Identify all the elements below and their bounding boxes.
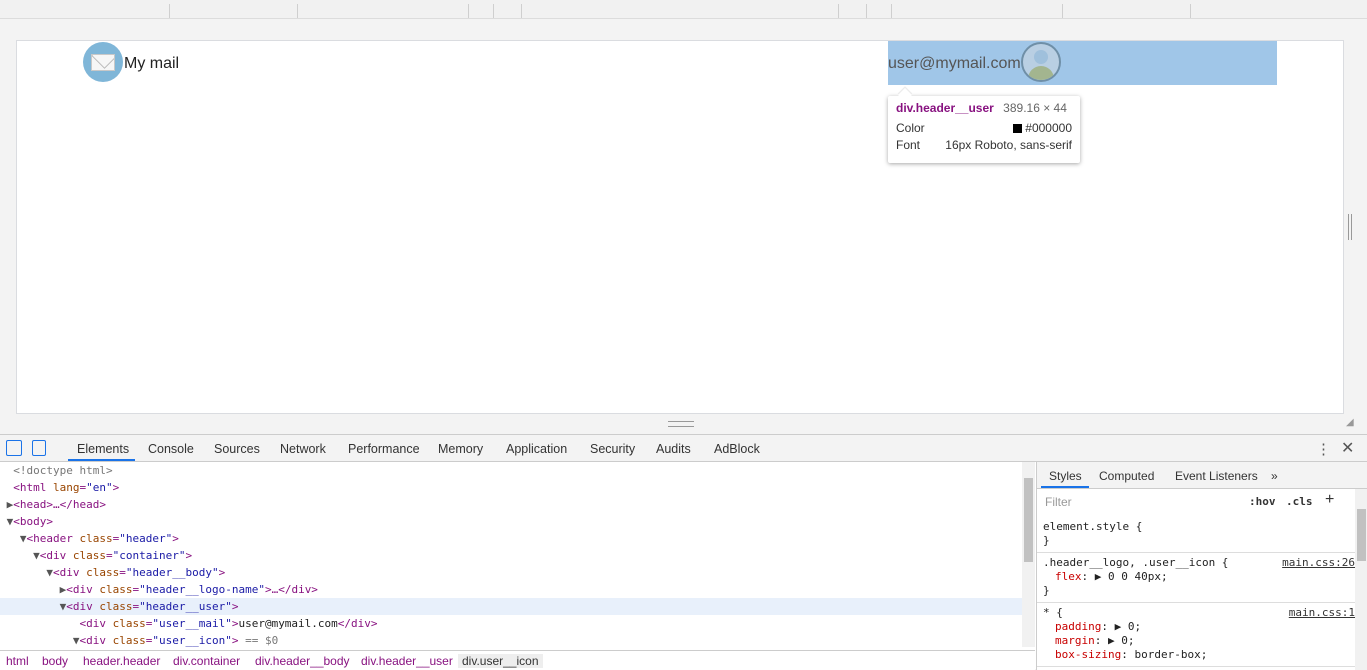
tab-styles[interactable]: Styles [1049,469,1082,483]
rule-close: } [1043,534,1050,547]
dom-tree: <!doctype html> <html lang="en"> ▶<head>… [0,462,1035,652]
tab-adblock[interactable]: AdBlock [714,442,760,456]
rule-source-link[interactable]: main.css:26 [1282,556,1355,570]
hov-toggle[interactable]: :hov [1249,495,1276,508]
breadcrumb: html body header.header div.container di… [0,650,1035,670]
style-property[interactable]: flex: ▶ 0 0 40px; [1043,570,1349,584]
styles-scrollbar[interactable] [1355,489,1367,670]
envelope-icon [91,53,115,71]
ruler-tick [838,4,839,18]
ruler-tick [169,4,170,18]
dom-node[interactable]: <div class="user__mail">user@mymail.com<… [0,615,1035,632]
style-rules: element.style {} .header__logo, .user__ic… [1037,517,1355,667]
tab-security[interactable]: Security [590,442,635,456]
breadcrumb-user-icon[interactable]: div.user__icon [458,654,543,668]
tab-application[interactable]: Application [506,442,567,456]
devtools-drag-handle[interactable] [668,421,694,427]
styles-tab-indicator [1041,486,1089,488]
dom-node[interactable]: <!doctype html> [0,462,1035,479]
style-property[interactable]: margin: ▶ 0; [1043,634,1349,648]
tab-performance[interactable]: Performance [348,442,420,456]
ruler-tick [521,4,522,18]
new-rule-icon[interactable]: + [1325,491,1334,509]
breadcrumb-body[interactable]: body [42,654,68,668]
dom-node[interactable]: ▶<head>…</head> [0,496,1035,513]
tab-sources[interactable]: Sources [214,442,260,456]
dom-node[interactable]: ▼<div class="user__icon"> == $0 [0,632,1035,649]
tab-console[interactable]: Console [148,442,194,456]
style-rule[interactable]: * {main.css:1 padding: ▶ 0; margin: ▶ 0; bo… [1037,603,1355,667]
dom-node[interactable]: ▼<body> [0,513,1035,530]
dom-node[interactable]: ▼<div class="header__body"> [0,564,1035,581]
tooltip-color-value: #000000 [1025,121,1072,135]
tab-network[interactable]: Network [280,442,326,456]
styles-tabbar: Styles Computed Event Listeners » [1037,462,1367,489]
ruler-tick [866,4,867,18]
color-swatch [1013,124,1023,133]
styles-pane: Styles Computed Event Listeners » Filter… [1036,462,1367,670]
inspect-tooltip: div.header__user 389.16 × 44 Color #0000… [888,87,1080,163]
breadcrumb-header-user[interactable]: div.header__user [361,654,453,668]
dom-node[interactable]: ▼<div class="header__user"> [0,598,1035,615]
tooltip-font-value: 16px Roboto, sans-serif [945,138,1072,152]
rule-close: } [1043,584,1050,597]
more-options-icon[interactable]: ⋮ [1316,440,1331,458]
tab-elements[interactable]: Elements [77,442,129,456]
logo-name: My mail [124,55,180,72]
rule-source-link[interactable]: main.css:1 [1289,606,1355,620]
cls-toggle[interactable]: .cls [1286,495,1313,508]
ruler-tick [493,4,494,18]
device-toolbar-icon[interactable] [32,440,46,456]
ruler-tick [891,4,892,18]
ruler-tick [1062,4,1063,18]
tab-memory[interactable]: Memory [438,442,483,456]
breadcrumb-container[interactable]: div.container [173,654,240,668]
tab-audits[interactable]: Audits [656,442,691,456]
dom-scrollbar[interactable] [1022,462,1035,647]
viewport-resize-handle[interactable] [1348,214,1352,240]
ruler-tick [468,4,469,18]
ruler-bar [0,0,1367,19]
dom-node[interactable]: ▼<header class="header"> [0,530,1035,547]
dom-node[interactable]: ▼<div class="container"> [0,547,1035,564]
ruler-tick [297,4,298,18]
styles-filter-input[interactable]: Filter [1041,493,1235,511]
breadcrumb-header[interactable]: header.header [83,654,160,668]
rule-selector: element.style { [1043,520,1143,533]
tooltip-size: 389.16 × 44 [1003,101,1067,115]
devtools-panel: Elements Console Sources Network Perform… [0,434,1367,670]
tooltip-font-label: Font [896,138,921,152]
mail-logo-icon[interactable] [83,42,123,82]
style-property[interactable]: box-sizing: border-box; [1043,648,1349,662]
close-icon[interactable]: ✕ [1341,438,1354,458]
tab-computed[interactable]: Computed [1099,469,1154,483]
dom-node[interactable]: ▶<div class="header__logo-name">…</div> [0,581,1035,598]
ruler-tick [1190,4,1191,18]
breadcrumb-header-body[interactable]: div.header__body [255,654,350,668]
user-avatar-icon[interactable] [1021,42,1061,82]
tooltip-color-label: Color [896,121,925,135]
resize-corner-icon[interactable]: ◢ [1346,417,1354,428]
breadcrumb-html[interactable]: html [6,654,29,668]
page-viewport: My mail user@mymail.com div.header__user… [16,40,1344,414]
inspect-element-icon[interactable] [6,440,22,456]
dom-node[interactable]: <html lang="en"> [0,479,1035,496]
active-tab-indicator [68,459,135,461]
style-rule[interactable]: .header__logo, .user__icon {main.css:26 f… [1037,553,1355,603]
style-rule[interactable]: element.style {} [1037,517,1355,553]
user-mail: user@mymail.com [888,55,1021,72]
style-property[interactable]: padding: ▶ 0; [1043,620,1349,634]
tooltip-selector: div.header__user [896,101,994,115]
devtools-tabbar: Elements Console Sources Network Perform… [0,435,1367,462]
more-tabs-icon[interactable]: » [1271,469,1278,483]
tab-event-listeners[interactable]: Event Listeners [1175,469,1258,483]
